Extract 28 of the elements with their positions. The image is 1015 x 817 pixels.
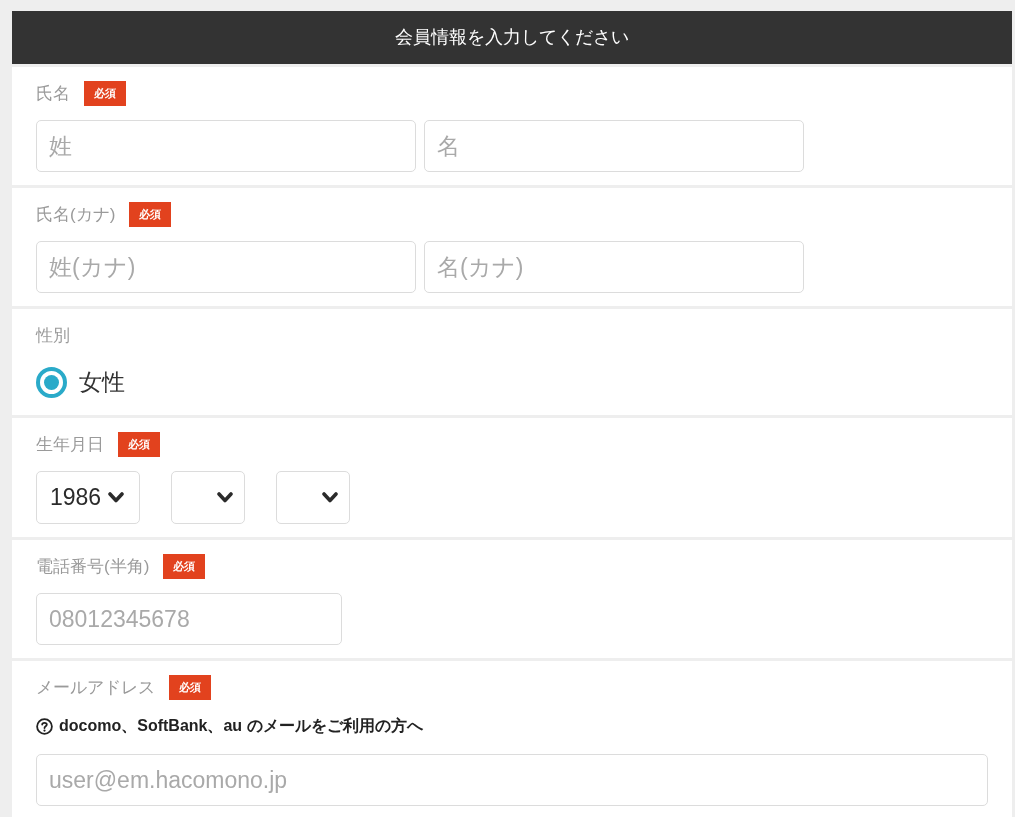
help-link[interactable]: docomo、SoftBank、au のメールをご利用の方へ [36,714,423,738]
field-label: 生年月日 [36,436,104,453]
required-badge: 必須 [129,202,172,227]
input-field[interactable]: 姓(カナ) [36,241,416,293]
chevron-down-icon [108,492,125,503]
required-badge: 必須 [163,554,206,579]
input-field[interactable]: 姓 [36,120,416,172]
required-badge: 必須 [118,432,160,457]
input-field[interactable]: 名(カナ) [424,241,804,293]
required-badge: 必須 [84,81,126,106]
required-badge: 必須 [169,675,211,700]
header-title: 会員情報を入力してください [395,26,629,49]
chevron-down-icon [217,492,233,503]
field-label: メールアドレス [36,679,155,696]
field-label: 電話番号(半角) [36,558,150,575]
chevron-down-icon [322,492,338,503]
dropdown[interactable] [276,471,350,524]
input-field[interactable]: 名 [424,120,804,172]
field-label: 氏名 [36,85,70,102]
input-field[interactable]: 08012345678 [36,593,342,645]
dropdown[interactable] [171,471,245,524]
dropdown[interactable]: 1986 [36,471,140,524]
field-label: 性別 [36,327,70,344]
input-field[interactable]: user@em.hacomono.jp [36,754,988,806]
radio-button[interactable] [36,366,67,398]
option-label: 女性 [79,370,125,394]
field-label: 氏名(カナ) [36,206,116,223]
help-icon [36,717,53,735]
